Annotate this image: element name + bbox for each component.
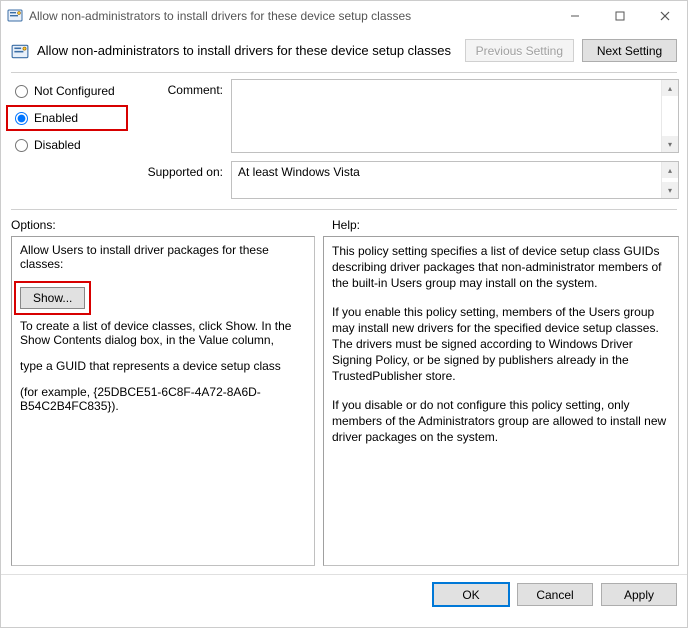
section-labels: Options: Help: [1,210,687,236]
panels-row: Allow Users to install driver packages f… [1,236,687,572]
options-intro: Allow Users to install driver packages f… [20,243,306,271]
supported-on-label: Supported on: [135,161,223,199]
dialog-footer: OK Cancel Apply [1,574,687,614]
radio-disabled-input[interactable] [15,139,28,152]
options-instruction-1: To create a list of device classes, clic… [20,319,306,347]
state-area: Not Configured Enabled Disabled Comment:… [1,73,687,203]
comment-field[interactable]: ▴ ▾ [231,79,679,153]
titlebar: Allow non-administrators to install driv… [1,1,687,31]
cancel-button[interactable]: Cancel [517,583,593,606]
help-paragraph-2: If you enable this policy setting, membe… [332,304,670,385]
scroll-down-icon[interactable]: ▾ [662,136,678,152]
header-row: Allow non-administrators to install driv… [1,31,687,72]
maximize-button[interactable] [597,1,642,31]
radio-enabled[interactable]: Enabled [11,110,123,126]
policy-icon [11,43,29,61]
radio-not-configured-label: Not Configured [34,84,115,98]
options-instruction-3: (for example, {25DBCE51-6C8F-4A72-8A6D-B… [20,385,306,413]
supported-on-field: At least Windows Vista ▴ ▾ [231,161,679,199]
scroll-up-icon[interactable]: ▴ [662,162,678,178]
options-label: Options: [11,218,316,232]
close-button[interactable] [642,1,687,31]
comment-label: Comment: [135,79,223,153]
help-label: Help: [332,218,360,232]
state-radio-group: Not Configured Enabled Disabled [11,79,123,199]
scroll-down-icon[interactable]: ▾ [662,182,678,198]
comment-scrollbar[interactable]: ▴ ▾ [661,80,678,152]
radio-disabled[interactable]: Disabled [11,137,123,153]
supported-on-value: At least Windows Vista [238,165,360,179]
help-panel: This policy setting specifies a list of … [323,236,679,566]
window-controls [552,1,687,31]
window-title: Allow non-administrators to install driv… [29,9,552,23]
show-button[interactable]: Show... [20,287,85,309]
radio-enabled-input[interactable] [15,112,28,125]
minimize-button[interactable] [552,1,597,31]
next-setting-button[interactable]: Next Setting [582,39,677,62]
options-instruction-2: type a GUID that represents a device set… [20,359,306,373]
policy-name: Allow non-administrators to install driv… [37,43,457,58]
radio-not-configured-input[interactable] [15,85,28,98]
ok-button[interactable]: OK [433,583,509,606]
help-paragraph-3: If you disable or do not configure this … [332,397,670,446]
previous-setting-button: Previous Setting [465,39,574,62]
apply-button[interactable]: Apply [601,583,677,606]
help-paragraph-1: This policy setting specifies a list of … [332,243,670,292]
scroll-up-icon[interactable]: ▴ [662,80,678,96]
policy-icon [7,8,23,24]
radio-enabled-label: Enabled [34,111,78,125]
options-panel: Allow Users to install driver packages f… [11,236,315,566]
supported-scrollbar[interactable]: ▴ ▾ [661,162,678,198]
radio-disabled-label: Disabled [34,138,81,152]
radio-not-configured[interactable]: Not Configured [11,83,123,99]
